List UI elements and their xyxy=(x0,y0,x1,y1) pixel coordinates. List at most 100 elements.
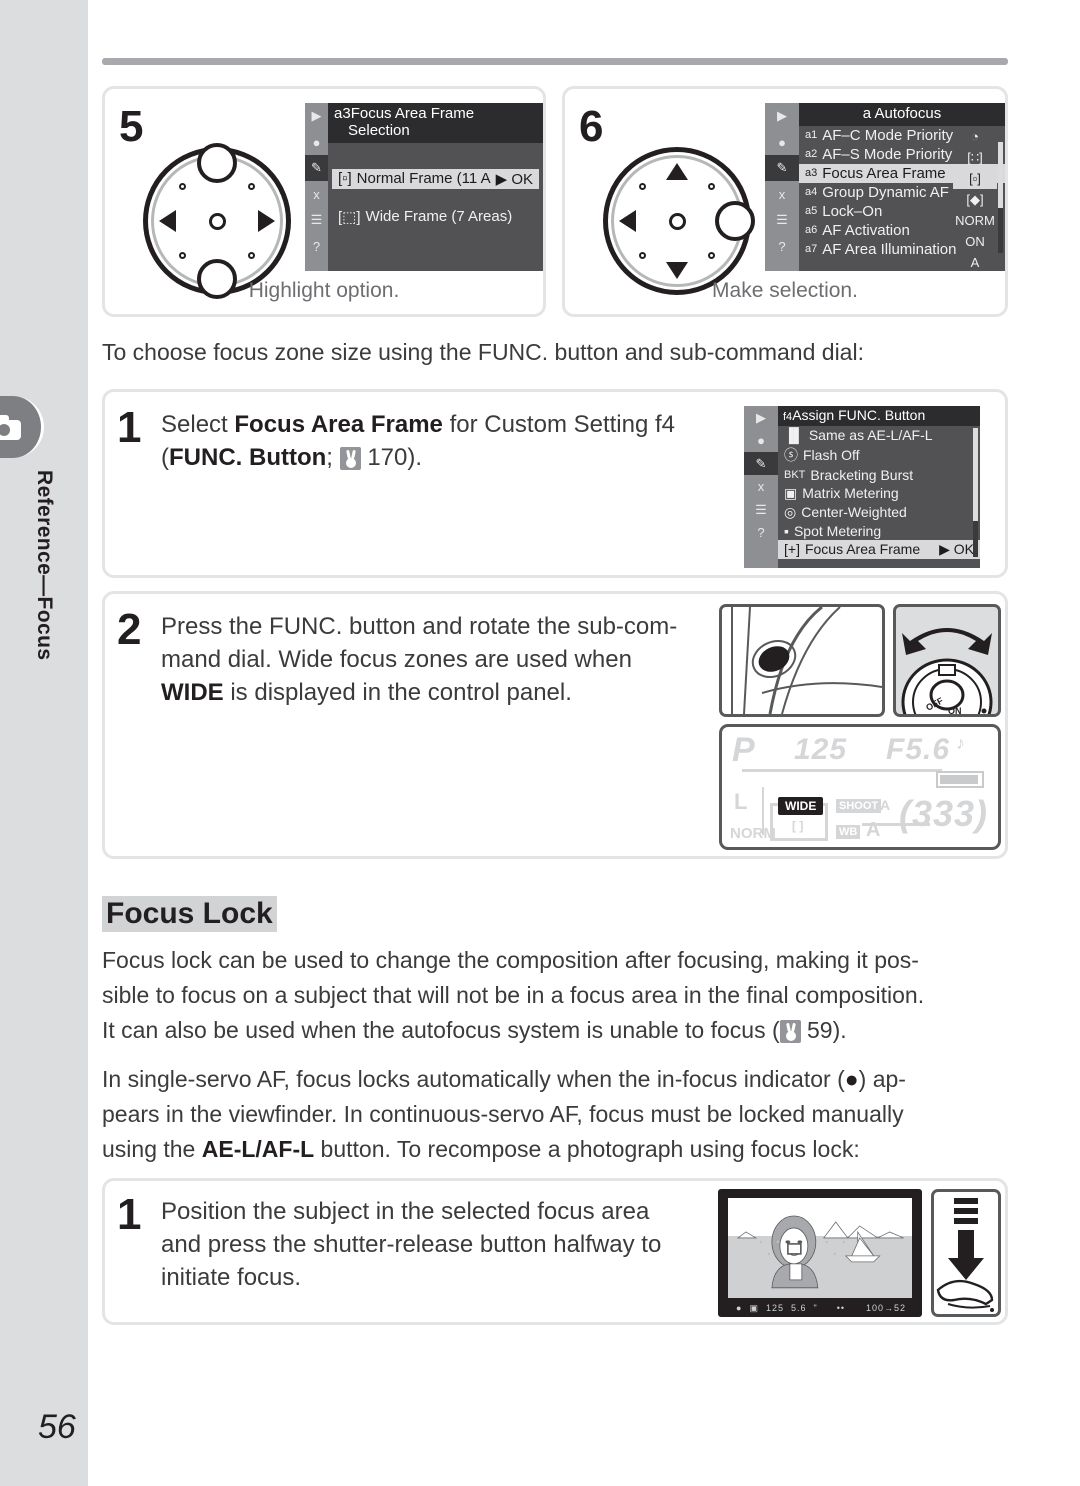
cp-image-size: L xyxy=(734,789,748,814)
menu-item-label: Spot Metering xyxy=(793,522,882,539)
menu-item-center-weighted[interactable]: ◎ Center-Weighted xyxy=(778,503,980,522)
focus-lock-paragraph-2: In single-servo AF, focus locks automati… xyxy=(102,1062,1008,1167)
lcd-menu-func: ▶ ● ✎ x ☰ ? f4Assign FUNC. Button ▐▌ Same… xyxy=(744,406,980,568)
menu-sidebar-step5: ▶ ● ✎ x ☰ ? xyxy=(305,103,329,271)
menu-item-normal-frame[interactable]: [▫] Normal Frame (11 A ▶ OK xyxy=(332,168,539,189)
dial-up-highlight xyxy=(197,143,237,183)
menu-item-bracketing-burst[interactable]: BKT Bracketing Burst xyxy=(778,466,980,484)
playback-icon[interactable]: ▶ xyxy=(305,103,328,129)
menu-sidebar-step6: ▶ ● ✎ x ☰ ? xyxy=(765,103,799,271)
para2-line1b: ) ap- xyxy=(858,1066,906,1092)
func-step-2-text: Press the FUNC. button and rotate the su… xyxy=(161,610,721,709)
menu-item-wide-frame[interactable]: [⬚] Wide Frame (7 Areas) xyxy=(332,207,539,227)
menu-item-label: AF–C Mode Priority xyxy=(822,126,954,144)
func-step-2-number: 2 xyxy=(117,605,142,654)
menu-item-flash-off[interactable]: ⓢ Flash Off xyxy=(778,444,980,466)
page-ref-59: 59 xyxy=(807,1016,833,1043)
menu-item-label: AF Activation xyxy=(822,221,910,239)
item-prefix: a4 xyxy=(805,186,818,199)
dial-down-arrow xyxy=(666,262,688,279)
step2-line2: mand dial. Wide focus zones are used whe… xyxy=(161,646,632,674)
viewfinder-illustration: ● ▣ 125 5.6 ʺ •• 100→52 xyxy=(718,1189,922,1317)
menu-item-same-as-ae-l-af-l[interactable]: ▐▌ Same as AE-L/AF-L xyxy=(778,426,980,444)
value-group-dynamic: [◆] xyxy=(966,191,984,207)
page-ref-icon xyxy=(339,447,361,471)
menu-item-label: Focus Area Frame xyxy=(822,164,946,182)
item-prefix: a1 xyxy=(805,129,818,142)
menu-item-matrix-metering[interactable]: ▣ Matrix Metering xyxy=(778,484,980,503)
value-af-c: ◔ xyxy=(971,128,979,144)
shooting-menu-icon[interactable]: ● xyxy=(765,129,799,155)
para1-line3b: ). xyxy=(832,1016,847,1043)
focus-lock-heading: Focus Lock xyxy=(102,896,277,932)
sub-command-dial-illustration: OFF ON xyxy=(901,628,993,714)
step-6-box: 6 ▶ ● ✎ x ☰ ? a Autofocus a1 AF–C Mode P… xyxy=(562,86,1008,317)
playback-icon[interactable]: ▶ xyxy=(744,406,778,429)
focus-area-frame-icon: [+] xyxy=(784,541,800,558)
custom-settings-pencil-icon[interactable]: ✎ xyxy=(765,155,799,181)
text-paren-open: ( xyxy=(161,444,169,472)
normal-frame-icon: [▫] xyxy=(338,170,352,188)
step-6-number: 6 xyxy=(579,102,604,151)
menu-item-label: Matrix Metering xyxy=(802,485,899,502)
menu-item-focus-area-frame[interactable]: [+] Focus Area Frame ▶ OK xyxy=(778,539,980,559)
menu-title-line2: Selection xyxy=(348,121,410,139)
cp-shoot-label: SHOOT xyxy=(836,799,882,813)
para1-line1: Focus lock can be used to change the com… xyxy=(102,947,919,973)
menu-item-label: Focus Area Frame xyxy=(804,541,921,558)
ok-hint: ▶ OK xyxy=(939,540,974,557)
multi-selector-dial-step5 xyxy=(143,143,291,299)
help-question-icon[interactable]: ? xyxy=(744,521,778,544)
menu-item-label: Bracketing Burst xyxy=(810,466,914,483)
viewfinder-scene xyxy=(728,1197,912,1298)
menu-item-label: Lock–On xyxy=(822,202,883,220)
value-af-activation: ON xyxy=(965,233,985,249)
cp-wide-badge: WIDE xyxy=(778,797,824,815)
shooting-menu-icon[interactable]: ● xyxy=(305,129,328,155)
setup-wrench-icon[interactable]: x xyxy=(765,181,799,207)
battery-full-icon xyxy=(936,771,984,788)
cp-aperture: F5.6 xyxy=(886,733,951,766)
para2-line3b: button. To recompose a photograph using … xyxy=(314,1135,860,1162)
wide-frame-icon: [⬚] xyxy=(338,208,361,226)
menu-item-spot-metering[interactable]: ▪ Spot Metering xyxy=(778,522,980,540)
cp-shoot-value: A xyxy=(880,797,891,813)
menu-scrollbar[interactable] xyxy=(973,427,978,557)
step-5-caption: Highlight option. xyxy=(248,279,400,302)
title-prefix-f4: f4 xyxy=(783,411,793,423)
custom-settings-pencil-icon[interactable]: ✎ xyxy=(744,452,778,475)
cp-mode: P xyxy=(732,731,756,769)
page-ref-icon xyxy=(779,1019,801,1043)
recent-settings-icon[interactable]: ☰ xyxy=(744,498,778,521)
center-weighted-icon: ◎ xyxy=(784,503,797,520)
scene-drawing xyxy=(736,1215,904,1289)
text-semicolon: ; xyxy=(326,444,340,472)
para2-line3a: using the xyxy=(102,1135,202,1162)
para1-line2: sible to focus on a subject that will no… xyxy=(102,981,925,1008)
dial-right-highlight xyxy=(715,201,755,241)
ae-l-af-l-bold: AE-L/AF-L xyxy=(201,1135,315,1162)
menu-title-step6: a Autofocus xyxy=(799,103,1005,126)
setup-wrench-icon[interactable]: x xyxy=(305,181,328,207)
menu-item-label: Center-Weighted xyxy=(801,504,907,521)
menu-scrollbar[interactable] xyxy=(998,141,1003,253)
shutter-release-halfway-photo xyxy=(931,1189,1001,1317)
recent-settings-icon[interactable]: ☰ xyxy=(305,207,328,233)
camera-icon xyxy=(0,414,21,440)
dial-left-arrow xyxy=(619,210,636,232)
help-question-icon[interactable]: ? xyxy=(305,233,329,259)
lock-step-1-text: Position the subject in the selected foc… xyxy=(161,1195,721,1294)
vf-exposure-mode: ʺ xyxy=(813,1303,818,1314)
help-question-icon[interactable]: ? xyxy=(765,233,799,259)
playback-icon[interactable]: ▶ xyxy=(765,103,799,129)
item-prefix: a3 xyxy=(805,167,818,180)
dial-center xyxy=(668,212,686,230)
para2-line1a: In single-servo AF, focus locks automati… xyxy=(102,1066,845,1092)
spot-metering-icon: ▪ xyxy=(784,522,789,539)
custom-settings-pencil-icon[interactable]: ✎ xyxy=(305,155,329,181)
menu-title-func: f4Assign FUNC. Button xyxy=(778,406,980,426)
setup-wrench-icon[interactable]: x xyxy=(744,475,778,498)
shooting-menu-icon[interactable]: ● xyxy=(744,429,778,452)
para2-line2: pears in the viewfinder. In continuous-s… xyxy=(102,1100,904,1127)
recent-settings-icon[interactable]: ☰ xyxy=(765,207,799,233)
